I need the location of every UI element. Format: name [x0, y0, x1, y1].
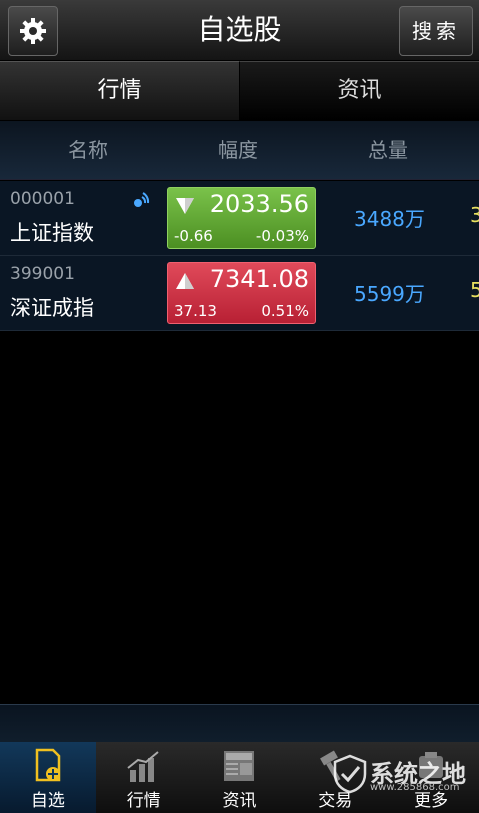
column-volume[interactable]: 总量 [368, 121, 408, 179]
stock-volume: 5599万 [354, 282, 425, 306]
newspaper-icon [224, 751, 255, 781]
price-box: 7341.08 37.13 0.51% [167, 262, 316, 324]
nav-watchlist[interactable]: 自选 [0, 742, 96, 813]
column-header: 名称 幅度 总量 [0, 121, 479, 180]
tab-bar: 行情 资讯 [0, 61, 479, 120]
stock-change: -0.66 [174, 227, 213, 245]
scrolling-ticker [0, 704, 479, 743]
shield-logo-icon [333, 754, 367, 794]
stock-price: 7341.08 [209, 265, 309, 293]
nav-label: 行情 [126, 791, 161, 811]
signal-icon [134, 192, 150, 207]
stock-extra: 5 [470, 278, 479, 302]
tab-market[interactable]: 行情 [0, 61, 240, 120]
stock-name: 深证成指 [10, 296, 94, 320]
nav-market[interactable]: 行情 [96, 742, 192, 813]
nav-news[interactable]: 资讯 [192, 742, 288, 813]
watermark: 系统之地 www.285868.com [330, 752, 479, 796]
top-bar: 自选股 搜索 [0, 0, 479, 61]
stock-percent: -0.03% [255, 227, 309, 245]
stock-volume: 3488万 [354, 207, 425, 231]
down-arrow-icon [176, 198, 194, 214]
table-row[interactable]: 000001 上证指数 2033.56 -0.66 -0.03% 3488万 3 [0, 181, 479, 256]
search-button[interactable]: 搜索 [399, 6, 473, 56]
column-range[interactable]: 幅度 [218, 121, 258, 179]
nav-label: 自选 [30, 791, 65, 811]
price-box: 2033.56 -0.66 -0.03% [167, 187, 316, 249]
table-row[interactable]: 399001 深证成指 7341.08 37.13 0.51% 5599万 5 [0, 256, 479, 331]
nav-label: 资讯 [222, 791, 257, 811]
gear-icon [20, 18, 46, 44]
stock-extra: 3 [470, 203, 479, 227]
stock-name: 上证指数 [10, 221, 94, 245]
chart-icon [127, 751, 159, 782]
stock-percent: 0.51% [261, 302, 309, 320]
stock-code: 000001 [10, 189, 75, 209]
stock-code: 399001 [10, 264, 75, 284]
stock-change: 37.13 [174, 302, 217, 320]
watchlist-icon [35, 748, 61, 782]
settings-button[interactable] [8, 6, 58, 56]
stock-price: 2033.56 [209, 190, 309, 218]
tab-news[interactable]: 资讯 [240, 61, 479, 120]
column-name[interactable]: 名称 [68, 121, 108, 179]
watermark-url: www.285868.com [370, 782, 460, 793]
up-arrow-icon [176, 273, 194, 289]
